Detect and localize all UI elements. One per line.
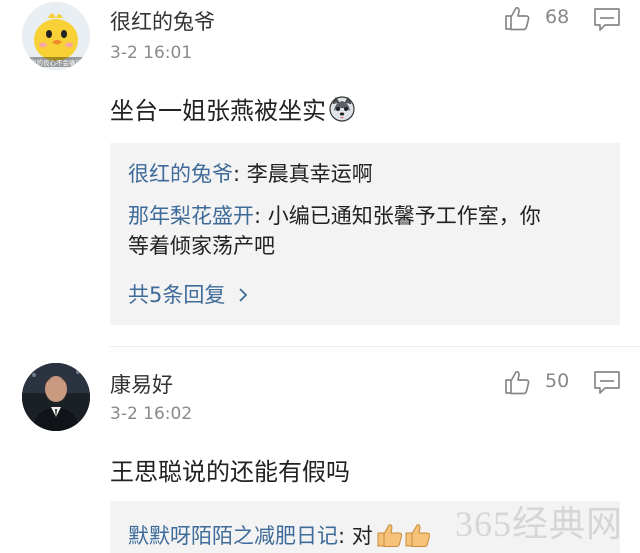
comment-text: 王思聪说的还能有假吗	[110, 458, 350, 486]
like-count: 68	[545, 6, 570, 28]
watermark: 365经典网	[455, 504, 624, 544]
thumbs-up-icon[interactable]	[503, 368, 531, 396]
comment-divider	[110, 346, 640, 347]
reply-icon[interactable]	[593, 369, 621, 395]
reply-author[interactable]: 很红的兔爷	[128, 162, 233, 186]
man-in-suit-avatar-icon	[22, 363, 90, 431]
yellow-chicken-avatar-icon: 我的良心不会痛的	[22, 2, 90, 70]
comment-time: 3-2 16:01	[110, 43, 193, 63]
comment-text: 坐台一姐张燕被坐实	[110, 91, 356, 129]
reply-item-continued: 等着倾家荡产吧	[128, 231, 600, 262]
reply-item: 很红的兔爷: 李晨真幸运啊	[128, 159, 600, 190]
reply-item: 那年梨花盛开: 小编已通知张馨予工作室，你	[128, 201, 600, 232]
thumbs-up-emoji-icon	[375, 521, 433, 553]
reply-icon[interactable]	[593, 6, 621, 32]
thumbs-up-icon[interactable]	[503, 4, 531, 32]
reply-separator: :	[254, 204, 268, 228]
comment-time: 3-2 16:02	[110, 404, 193, 424]
more-replies-label: 共5条回复	[128, 283, 226, 307]
reply-author[interactable]: 那年梨花盛开	[128, 204, 254, 228]
reply-author[interactable]: 默默呀陌陌之减肥日记	[128, 524, 338, 548]
comment-author[interactable]: 康易好	[110, 369, 173, 399]
avatar[interactable]	[22, 363, 90, 431]
husky-dog-emoji-icon	[328, 95, 356, 129]
comment-text-content: 坐台一姐张燕被坐实	[110, 97, 326, 125]
avatar[interactable]: 我的良心不会痛的	[22, 2, 90, 70]
reply-separator: :	[233, 162, 247, 186]
like-count: 50	[545, 370, 570, 392]
reply-text: 李晨真幸运啊	[246, 162, 373, 186]
reply-text: 小编已通知张馨予工作室，你	[267, 204, 541, 228]
reply-separator: :	[338, 524, 352, 548]
avatar-caption: 我的良心不会痛的	[30, 58, 83, 67]
comment-item: 我的良心不会痛的 很红的兔爷 3-2 16:01 68 坐台一姐张燕被坐实 很红…	[0, 0, 640, 345]
comment-author[interactable]: 很红的兔爷	[110, 6, 215, 36]
reply-text: 对	[351, 524, 373, 548]
more-replies-link[interactable]: 共5条回复	[128, 279, 250, 309]
reply-box: 很红的兔爷: 李晨真幸运啊 那年梨花盛开: 小编已通知张馨予工作室，你 等着倾家…	[110, 143, 620, 325]
chevron-right-icon	[239, 288, 248, 302]
reply-text: 等着倾家荡产吧	[128, 234, 275, 258]
